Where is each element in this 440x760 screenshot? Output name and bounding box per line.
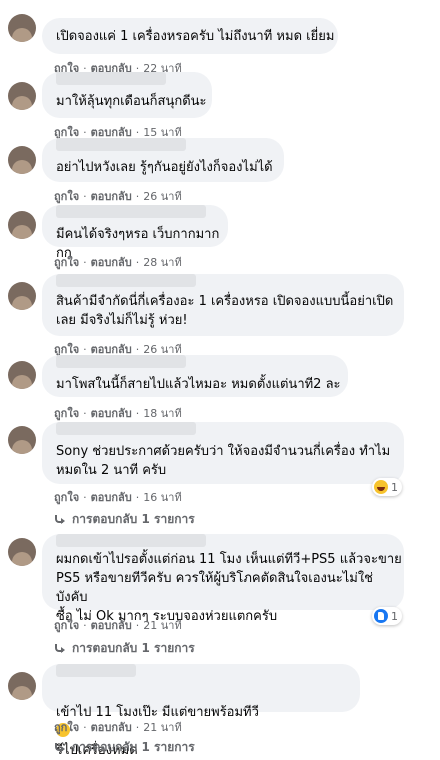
avatar[interactable]	[8, 14, 36, 42]
haha-icon	[374, 480, 388, 494]
author-name-redacted[interactable]	[56, 664, 136, 677]
comment-actions: ถูกใจ · ตอบกลับ · 16 นาที	[54, 491, 182, 504]
avatar[interactable]	[8, 538, 36, 566]
like-link[interactable]: ถูกใจ	[54, 407, 79, 420]
reply-link[interactable]: ตอบกลับ	[91, 619, 132, 632]
avatar[interactable]	[8, 282, 36, 310]
timestamp[interactable]: 26 นาที	[143, 190, 181, 203]
comment-actions: ถูกใจ · ตอบกลับ · 21 นาที	[54, 619, 182, 632]
author-name-redacted[interactable]	[56, 355, 186, 368]
reply-link[interactable]: ตอบกลับ	[91, 491, 132, 504]
timestamp[interactable]: 28 นาที	[143, 256, 181, 269]
timestamp[interactable]: 21 นาที	[143, 721, 181, 734]
comment-actions: ถูกใจ · ตอบกลับ · 28 นาที	[54, 256, 182, 269]
like-link[interactable]: ถูกใจ	[54, 256, 79, 269]
timestamp[interactable]: 21 นาที	[143, 619, 181, 632]
comment-bubble: เปิดจองแค่ 1 เครื่องหรอครับ ไม่ถึงนาที ห…	[42, 18, 338, 54]
comment-text: อย่าไปหวังเลย รู้ๆกันอยู่ยังไงก็จองไม่ได…	[56, 160, 273, 175]
comment-bubble: สินค้ามีจำกัดนี่กี่เครื่องอะ 1 เครื่องหร…	[42, 274, 404, 336]
comment-actions: ถูกใจ · ตอบกลับ · 21 นาที	[54, 721, 182, 734]
author-name-redacted[interactable]	[56, 72, 166, 85]
reaction-count[interactable]: 1	[372, 607, 402, 625]
author-name-redacted[interactable]	[56, 138, 186, 151]
comment-bubble: มาโพสในนี้ก็สายไปแล้วไหมอะ หมดตั้งแต่นาท…	[42, 355, 348, 397]
reply-link[interactable]: ตอบกลับ	[91, 721, 132, 734]
comment-text: ผมกดเข้าไปรอตั้งแต่ก่อน 11 โมง เห็นแต่ที…	[56, 552, 402, 624]
comment-text: Sony ช่วยประกาศด้วยครับว่า ให้จองมีจำนวน…	[56, 444, 391, 478]
reply-arrow-icon	[54, 643, 66, 654]
view-replies-link[interactable]: การตอบกลับ 1 รายการ	[54, 639, 195, 658]
view-replies-link[interactable]: การตอบกลับ 1 รายการ	[54, 738, 195, 757]
comment-text: เปิดจองแค่ 1 เครื่องหรอครับ ไม่ถึงนาที ห…	[56, 29, 335, 44]
comment-bubble: มาให้ลุ้นทุกเดือนก็สนุกดีนะ	[42, 72, 212, 118]
author-name-redacted[interactable]	[56, 422, 196, 435]
timestamp[interactable]: 18 นาที	[143, 407, 181, 420]
comment-text: สินค้ามีจำกัดนี่กี่เครื่องอะ 1 เครื่องหร…	[56, 294, 394, 328]
comment-bubble: เข้าไป 11 โมงเป๊ะ มีแต่ขายพร้อมทีวี รีไป…	[42, 664, 360, 758]
avatar[interactable]	[8, 211, 36, 239]
comment-actions: ถูกใจ · ตอบกลับ · 26 นาที	[54, 190, 182, 203]
comment-bubble: อย่าไปหวังเลย รู้ๆกันอยู่ยังไงก็จองไม่ได…	[42, 138, 284, 182]
comment-bubble: Sony ช่วยประกาศด้วยครับว่า ให้จองมีจำนวน…	[42, 422, 404, 484]
reply-link[interactable]: ตอบกลับ	[91, 190, 132, 203]
timestamp[interactable]: 16 นาที	[143, 491, 181, 504]
reply-link[interactable]: ตอบกลับ	[91, 407, 132, 420]
avatar[interactable]	[8, 672, 36, 700]
author-name-redacted[interactable]	[56, 205, 206, 218]
comment-bubble: ผมกดเข้าไปรอตั้งแต่ก่อน 11 โมง เห็นแต่ที…	[42, 534, 404, 624]
like-link[interactable]: ถูกใจ	[54, 190, 79, 203]
comment-text: มาให้ลุ้นทุกเดือนก็สนุกดีนะ	[56, 94, 207, 109]
avatar[interactable]	[8, 82, 36, 110]
reply-arrow-icon	[54, 742, 66, 753]
avatar[interactable]	[8, 146, 36, 174]
like-icon	[374, 609, 388, 623]
avatar[interactable]	[8, 361, 36, 389]
reaction-count[interactable]: 1	[372, 478, 402, 496]
reply-arrow-icon	[54, 514, 66, 525]
like-link[interactable]: ถูกใจ	[54, 721, 79, 734]
comment-actions: ถูกใจ · ตอบกลับ · 18 นาที	[54, 407, 182, 420]
like-link[interactable]: ถูกใจ	[54, 491, 79, 504]
view-replies-link[interactable]: การตอบกลับ 1 รายการ	[54, 510, 195, 529]
author-name-redacted[interactable]	[56, 274, 196, 287]
avatar[interactable]	[8, 426, 36, 454]
comment-bubble: มีคนได้จริงๆหรอ เว็บกากมากกก	[42, 205, 228, 261]
comment-text: มาโพสในนี้ก็สายไปแล้วไหมอะ หมดตั้งแต่นาท…	[56, 377, 341, 392]
reply-link[interactable]: ตอบกลับ	[91, 256, 132, 269]
author-name-redacted[interactable]	[56, 534, 206, 547]
like-link[interactable]: ถูกใจ	[54, 619, 79, 632]
